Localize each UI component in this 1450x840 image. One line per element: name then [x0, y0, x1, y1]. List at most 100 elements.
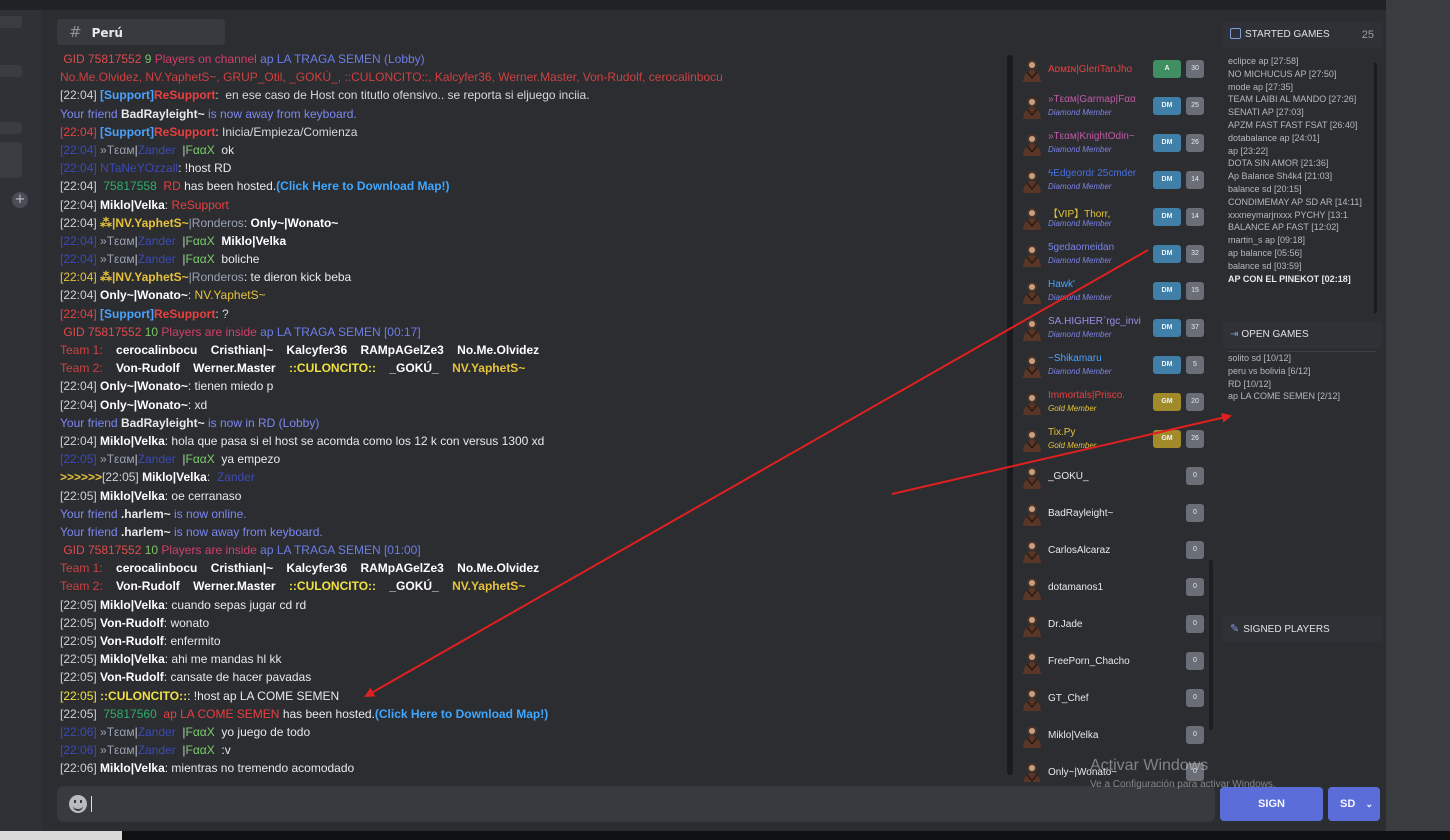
chat-scrollbar[interactable]	[1007, 55, 1013, 775]
started-game-item[interactable]: SENATI AP [27:03]	[1228, 106, 1376, 119]
user-list-item[interactable]: CarlosAlcaraz 0	[1016, 533, 1212, 567]
started-game-item[interactable]: Ap Balance Sh4k4 [21:03]	[1228, 170, 1376, 183]
chat-message-segment: : ahi me mandas hl kk	[164, 652, 282, 667]
user-list-item[interactable]: Tix.Py Gold Member GM 26	[1016, 422, 1212, 456]
started-game-item[interactable]: eclipce ap [27:58]	[1228, 55, 1376, 68]
user-list-item[interactable]: Hawk' Diamond Member DM 15	[1016, 274, 1212, 308]
open-game-item[interactable]: RD [10/12]	[1228, 378, 1376, 391]
chat-message-segment: : tienen miedo p	[187, 379, 274, 394]
server-strip-item[interactable]	[0, 142, 22, 178]
hero-avatar-icon	[1021, 132, 1043, 156]
user-list-item[interactable]: 【VIP】Thorr, Diamond Member DM 14	[1016, 200, 1212, 234]
chat-message-segment: »Tεαм	[100, 452, 135, 467]
chat-message-segment: ReSupport	[154, 306, 216, 321]
user-list-item[interactable]: ~Shikamaru Diamond Member DM 5	[1016, 348, 1212, 382]
chat-message: [22:05] ::CULONCITO::: !host ap LA COME …	[56, 687, 1008, 705]
rank-badge: DM	[1153, 319, 1181, 337]
user-list-item[interactable]: BadRayleight~ 0	[1016, 496, 1212, 530]
hero-avatar-icon	[1021, 58, 1043, 82]
user-list-item[interactable]: »Tεαм|KnightOdin~ Diamond Member DM 26	[1016, 126, 1212, 160]
user-rank: Diamond Member	[1048, 108, 1112, 117]
started-game-item[interactable]: CONDIMEMAY AP SD AR [14:11]	[1228, 196, 1376, 209]
user-list-item[interactable]: »Tεαм|Garmap|Fαα Diamond Member DM 25	[1016, 89, 1212, 123]
user-count-badge: 20	[1186, 393, 1204, 411]
started-game-item[interactable]: BALANCE AP FAST [12:02]	[1228, 221, 1376, 234]
started-game-item[interactable]: AP CON EL PINEKOT [02:18]	[1228, 273, 1376, 286]
chat-message: [22:06] »Tεαм|Zander |FααX yo juego de t…	[56, 723, 1008, 741]
chat-message-segment: : mientras no tremendo acomodado	[164, 761, 355, 776]
chat-message: [22:05] Von-Rudolf: wonato	[56, 614, 1008, 632]
chat-message: [22:05] Von-Rudolf: cansate de hacer pav…	[56, 668, 1008, 686]
user-name: _GOKÚ_	[1048, 471, 1089, 482]
chat-message-segment: Zander	[137, 743, 176, 758]
server-strip-item[interactable]	[0, 16, 22, 28]
started-games-header[interactable]: STARTED GAMES 25	[1222, 22, 1382, 48]
chat-message-segment: ReSupport	[154, 88, 216, 103]
started-games-scrollbar[interactable]	[1374, 63, 1377, 313]
open-game-item[interactable]: solito sd [10/12]	[1228, 352, 1376, 365]
user-list-item[interactable]: Miklo|Velka 0	[1016, 718, 1212, 752]
started-game-item[interactable]: TEAM LAIBI AL MANDO [27:26]	[1228, 93, 1376, 106]
chat-message-segment: »Tεαм	[100, 142, 135, 157]
user-count-badge: 0	[1186, 615, 1204, 633]
started-game-item[interactable]: DOTA SIN AMOR [21:36]	[1228, 157, 1376, 170]
user-list-item[interactable]: _GOKÚ_ 0	[1016, 459, 1212, 493]
started-game-item[interactable]: xxxneymarjnxxx PYCHY [13:1	[1228, 209, 1376, 222]
started-game-item[interactable]: martin_s ap [09:18]	[1228, 234, 1376, 247]
started-game-item[interactable]: mode ap [27:35]	[1228, 81, 1376, 94]
started-game-item[interactable]: NO MICHUCUS AP [27:50]	[1228, 68, 1376, 81]
user-list-item[interactable]: dotamanos1 0	[1016, 570, 1212, 604]
chat-message-segment: : oe cerranaso	[164, 488, 242, 503]
chat-message-segment: Only~|Wonato~	[250, 215, 339, 230]
open-games-header[interactable]: ⇥ OPEN GAMES	[1222, 322, 1382, 348]
open-game-item[interactable]: peru vs bolivia [6/12]	[1228, 365, 1376, 378]
started-game-item[interactable]: dotabalance ap [24:01]	[1228, 132, 1376, 145]
user-list-item[interactable]: SA.HIGHER`rgc_invi Diamond Member DM 37	[1016, 311, 1212, 345]
user-list-item[interactable]: FreePorn_Chacho 0	[1016, 644, 1212, 678]
chat-message-segment: 10	[144, 324, 162, 339]
started-game-item[interactable]: ap balance [05:56]	[1228, 247, 1376, 260]
started-game-item[interactable]: balance sd [03:59]	[1228, 260, 1376, 273]
started-game-item[interactable]: APZM FAST FAST FSAT [26:40]	[1228, 119, 1376, 132]
server-strip-item[interactable]	[0, 122, 22, 134]
user-count-badge: 30	[1186, 60, 1204, 78]
channel-header[interactable]: # Perú	[57, 19, 225, 45]
add-server-icon[interactable]: +	[12, 192, 28, 208]
open-games-title: OPEN GAMES	[1241, 329, 1309, 340]
chat-message-segment: [22:04]	[60, 88, 101, 103]
user-name: Aᴅᴍɪɴ|GleriTanJho	[1048, 64, 1133, 75]
user-list-item[interactable]: Aᴅᴍɪɴ|GleriTanJho A 30	[1016, 52, 1212, 86]
user-list-item[interactable]: 5gedaomeidan Diamond Member DM 32	[1016, 237, 1212, 271]
edit-icon: ✎	[1230, 623, 1240, 635]
games-panel: STARTED GAMES 25 eclipce ap [27:58] NO MI…	[1216, 15, 1386, 780]
open-game-item[interactable]: ap LA COME SEMEN [2/12]	[1228, 390, 1376, 403]
signed-players-header[interactable]: ✎ SIGNED PLAYERS	[1222, 616, 1382, 642]
message-input[interactable]	[95, 792, 1195, 816]
chat-scrollbar-thumb[interactable]	[1007, 55, 1013, 775]
user-rank: Diamond Member	[1048, 330, 1112, 339]
server-strip-item[interactable]	[0, 65, 22, 77]
started-game-item[interactable]: ap [23:22]	[1228, 145, 1376, 158]
chat-message-segment: Players are inside	[161, 543, 261, 558]
emoji-icon[interactable]	[69, 795, 87, 813]
user-list-item[interactable]: Immortals|Prisco. Gold Member GM 20	[1016, 385, 1212, 419]
hero-avatar-icon	[1021, 391, 1043, 415]
chat-message: [22:04] ⁂|NV.YaphetS~|Ronderos: Only~|Wo…	[56, 214, 1008, 232]
user-list-scrollbar[interactable]	[1209, 560, 1213, 730]
rank-badge: DM	[1153, 245, 1181, 263]
user-list-item[interactable]: Dr.Jade 0	[1016, 607, 1212, 641]
chat-message-segment: has been hosted.	[184, 179, 277, 194]
user-count-badge: 5	[1186, 356, 1204, 374]
user-list-item[interactable]: GT_Chef 0	[1016, 681, 1212, 715]
user-list-item[interactable]: ϟEdgeordr 25cmder Diamond Member DM 14	[1016, 163, 1212, 197]
chat-message-segment: FααX	[185, 452, 215, 467]
chat-message-segment: ::CULONCITO::	[288, 361, 377, 376]
chat-message-segment: [22:04]	[60, 379, 101, 394]
chat-message-segment: [22:05]	[60, 597, 101, 612]
started-game-item[interactable]: balance sd [20:15]	[1228, 183, 1376, 196]
taskbar-item[interactable]	[0, 831, 122, 840]
chat-message-segment: [Support]	[100, 124, 155, 139]
chat-message: Team 2: Von-Rudolf Werner.Master ::CULON…	[56, 577, 1008, 595]
chat-message-segment: is now in RD (Lobby)	[204, 415, 320, 430]
message-input-bar[interactable]	[57, 786, 1215, 822]
